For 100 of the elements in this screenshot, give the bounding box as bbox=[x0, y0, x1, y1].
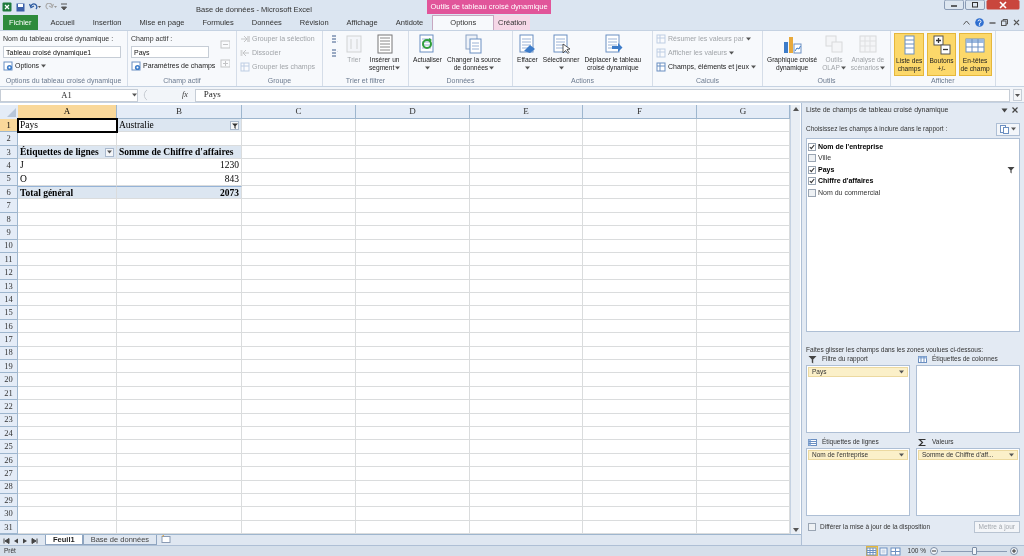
undo-icon[interactable] bbox=[29, 3, 41, 11]
table-cell[interactable] bbox=[470, 427, 583, 441]
table-cell[interactable]: Pays bbox=[18, 119, 117, 133]
row-header[interactable]: 4 bbox=[0, 159, 18, 173]
table-cell[interactable]: 843 bbox=[117, 172, 242, 186]
row-header[interactable]: 12 bbox=[0, 266, 18, 280]
table-cell[interactable] bbox=[242, 400, 356, 414]
table-cell[interactable] bbox=[242, 185, 356, 200]
table-cell[interactable] bbox=[242, 480, 356, 494]
function-button[interactable]: fx bbox=[178, 89, 192, 101]
table-cell[interactable] bbox=[470, 413, 583, 427]
view-button[interactable] bbox=[877, 546, 890, 556]
table-cell[interactable] bbox=[470, 185, 583, 200]
close-icon[interactable] bbox=[1012, 107, 1018, 113]
column-header[interactable]: B bbox=[117, 105, 242, 119]
table-cell[interactable] bbox=[18, 252, 117, 267]
table-cell[interactable] bbox=[242, 212, 356, 227]
filter-button[interactable] bbox=[230, 121, 239, 130]
table-cell[interactable] bbox=[470, 119, 583, 133]
table-cell[interactable] bbox=[583, 413, 697, 427]
checkbox[interactable] bbox=[808, 154, 816, 163]
table-cell[interactable] bbox=[117, 440, 242, 454]
help-icon[interactable] bbox=[975, 18, 984, 27]
table-cell[interactable] bbox=[18, 373, 117, 387]
column-header[interactable]: A bbox=[18, 105, 117, 119]
checkbox[interactable] bbox=[808, 177, 816, 186]
table-cell[interactable] bbox=[18, 413, 117, 427]
checkbox[interactable] bbox=[808, 523, 816, 531]
table-cell[interactable] bbox=[583, 493, 697, 508]
table-cell[interactable] bbox=[583, 373, 697, 387]
table-cell[interactable] bbox=[583, 453, 697, 468]
table-cell[interactable] bbox=[470, 319, 583, 334]
table-cell[interactable] bbox=[242, 507, 356, 521]
row-header[interactable]: 19 bbox=[0, 360, 18, 374]
table-cell[interactable]: Australie bbox=[117, 119, 242, 133]
table-cell[interactable] bbox=[242, 119, 356, 133]
table-cell[interactable] bbox=[242, 306, 356, 320]
table-cell[interactable] bbox=[470, 386, 583, 401]
table-cell[interactable] bbox=[242, 145, 356, 160]
table-cell[interactable] bbox=[117, 319, 242, 334]
row-header[interactable]: 7 bbox=[0, 199, 18, 213]
table-cell[interactable] bbox=[583, 440, 697, 454]
previous-sheet-icon[interactable] bbox=[12, 536, 20, 545]
column-header[interactable]: C bbox=[242, 105, 356, 119]
table-cell[interactable] bbox=[117, 507, 242, 521]
table-cell[interactable] bbox=[18, 360, 117, 374]
table-cell[interactable] bbox=[242, 226, 356, 240]
table-cell[interactable] bbox=[470, 172, 583, 186]
table-cell[interactable] bbox=[117, 333, 242, 347]
table-cell[interactable] bbox=[242, 266, 356, 280]
table-cell[interactable] bbox=[583, 360, 697, 374]
minimize-icon[interactable] bbox=[944, 0, 964, 10]
customize-icon[interactable] bbox=[61, 3, 67, 11]
table-cell[interactable] bbox=[117, 453, 242, 468]
table-cell[interactable] bbox=[242, 172, 356, 186]
table-cell[interactable] bbox=[242, 346, 356, 361]
column-header[interactable]: D bbox=[356, 105, 470, 119]
table-cell[interactable] bbox=[242, 427, 356, 441]
table-cell[interactable] bbox=[18, 427, 117, 441]
name-box[interactable]: A1 bbox=[0, 88, 138, 102]
zoom-out-icon[interactable] bbox=[930, 547, 938, 555]
table-cell[interactable] bbox=[583, 386, 697, 401]
table-cell[interactable] bbox=[242, 239, 356, 253]
table-cell[interactable] bbox=[470, 346, 583, 361]
table-cell[interactable] bbox=[117, 413, 242, 427]
table-cell[interactable] bbox=[18, 440, 117, 454]
zoom-in-icon[interactable] bbox=[1010, 547, 1018, 555]
table-cell[interactable] bbox=[583, 319, 697, 334]
table-cell[interactable] bbox=[356, 185, 470, 200]
table-cell[interactable] bbox=[470, 199, 583, 213]
table-cell[interactable] bbox=[242, 319, 356, 334]
row-header[interactable]: 25 bbox=[0, 440, 18, 454]
insert-sheet-icon[interactable] bbox=[159, 535, 174, 544]
table-cell[interactable] bbox=[18, 132, 117, 146]
table-cell[interactable] bbox=[356, 226, 470, 240]
table-cell[interactable] bbox=[470, 400, 583, 414]
table-cell[interactable] bbox=[583, 145, 697, 160]
table-cell[interactable] bbox=[242, 493, 356, 508]
expand-icon[interactable] bbox=[1013, 89, 1022, 101]
table-cell[interactable] bbox=[117, 427, 242, 441]
table-cell[interactable] bbox=[583, 266, 697, 280]
table-cell[interactable] bbox=[356, 453, 470, 468]
table-cell[interactable] bbox=[583, 185, 697, 200]
row-header[interactable]: 14 bbox=[0, 293, 18, 307]
table-cell[interactable] bbox=[18, 306, 117, 320]
table-cell[interactable] bbox=[356, 252, 470, 267]
table-cell[interactable]: J bbox=[18, 159, 117, 173]
table-cell[interactable] bbox=[356, 480, 470, 494]
table-cell[interactable] bbox=[356, 159, 470, 173]
table-cell[interactable] bbox=[356, 427, 470, 441]
table-cell[interactable] bbox=[470, 239, 583, 253]
table-cell[interactable] bbox=[356, 373, 470, 387]
close-icon[interactable] bbox=[986, 0, 1020, 10]
table-cell[interactable] bbox=[242, 360, 356, 374]
restore-icon[interactable] bbox=[1001, 19, 1008, 26]
table-cell[interactable] bbox=[470, 212, 583, 227]
table-cell[interactable] bbox=[583, 212, 697, 227]
table-cell[interactable] bbox=[242, 132, 356, 146]
collapse-ribbon-icon[interactable] bbox=[963, 20, 970, 25]
table-cell[interactable]: 1230 bbox=[117, 159, 242, 173]
